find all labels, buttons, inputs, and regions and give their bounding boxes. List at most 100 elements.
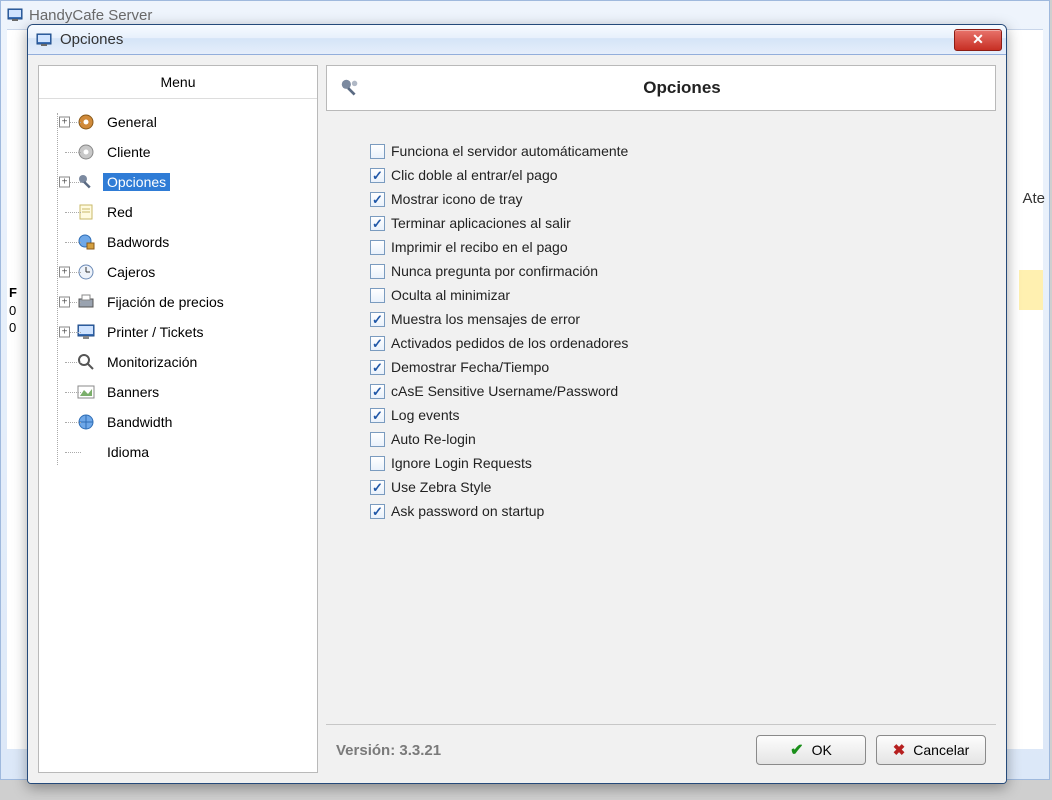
lens-icon xyxy=(75,351,97,373)
gear-icon xyxy=(75,141,97,163)
option-row: Mostrar icono de tray xyxy=(370,187,996,211)
tree-expander[interactable]: + xyxy=(59,327,70,338)
bg-row0: F xyxy=(9,285,17,300)
tree-item-cliente[interactable]: Cliente xyxy=(47,137,313,167)
option-label: Activados pedidos de los ordenadores xyxy=(391,335,628,351)
checkbox[interactable] xyxy=(370,288,385,303)
check-icon: ✔ xyxy=(790,740,803,760)
monitor-icon xyxy=(75,321,97,343)
option-row: Log events xyxy=(370,403,996,427)
version-label: Versión: 3.3.21 xyxy=(336,742,746,759)
option-row: Imprimir el recibo en el pago xyxy=(370,235,996,259)
checkbox[interactable] xyxy=(370,408,385,423)
bg-right-label: Ate xyxy=(1022,190,1045,207)
bg-row1: 0 xyxy=(9,303,16,318)
tree-item-printer-tickets[interactable]: + Printer / Tickets xyxy=(47,317,313,347)
checkbox[interactable] xyxy=(370,336,385,351)
option-row: Ask password on startup xyxy=(370,499,996,523)
option-label: Muestra los mensajes de error xyxy=(391,311,580,327)
option-row: Auto Re-login xyxy=(370,427,996,451)
tree-label: Bandwidth xyxy=(103,413,176,431)
tree-item-cajeros[interactable]: +Cajeros xyxy=(47,257,313,287)
checkbox[interactable] xyxy=(370,264,385,279)
option-row: Demostrar Fecha/Tiempo xyxy=(370,355,996,379)
option-row: Nunca pregunta por confirmación xyxy=(370,259,996,283)
option-label: Demostrar Fecha/Tiempo xyxy=(391,359,549,375)
option-label: Log events xyxy=(391,407,460,423)
tree-label: Idioma xyxy=(103,443,153,461)
option-label: Clic doble al entrar/el pago xyxy=(391,167,558,183)
options-dialog: Opciones ✕ Menu +GeneralCliente+Opciones… xyxy=(27,24,1007,784)
tree-expander[interactable]: + xyxy=(59,117,70,128)
checkbox[interactable] xyxy=(370,504,385,519)
checkbox[interactable] xyxy=(370,384,385,399)
close-icon: ✕ xyxy=(972,31,984,48)
dialog-title: Opciones xyxy=(60,31,123,48)
option-label: Nunca pregunta por confirmación xyxy=(391,263,598,279)
tree-label: Red xyxy=(103,203,137,221)
tree-label: Fijación de precios xyxy=(103,293,228,311)
content-title: Opciones xyxy=(381,78,983,98)
printer-icon xyxy=(75,291,97,313)
checkbox[interactable] xyxy=(370,168,385,183)
ok-label: OK xyxy=(812,742,832,758)
tree-item-banners[interactable]: Banners xyxy=(47,377,313,407)
globe-icon xyxy=(75,411,97,433)
bg-highlight xyxy=(1019,270,1043,310)
dialog-titlebar[interactable]: Opciones ✕ xyxy=(28,25,1006,55)
tree-item-fijaci-n-de-precios[interactable]: + Fijación de precios xyxy=(47,287,313,317)
cancel-label: Cancelar xyxy=(913,742,969,758)
content-header: Opciones xyxy=(326,65,996,111)
tree-item-red[interactable]: Red xyxy=(47,197,313,227)
tree-expander[interactable]: + xyxy=(59,267,70,278)
tree-label: Badwords xyxy=(103,233,173,251)
checkbox[interactable] xyxy=(370,432,385,447)
option-row: Activados pedidos de los ordenadores xyxy=(370,331,996,355)
checkbox[interactable] xyxy=(370,360,385,375)
bg-row2: 0 xyxy=(9,320,16,335)
option-label: Mostrar icono de tray xyxy=(391,191,523,207)
tree-label: Monitorización xyxy=(103,353,201,371)
menu-tree: + General Cliente+Opciones Red Badwords +Caje… xyxy=(39,99,317,475)
close-button[interactable]: ✕ xyxy=(954,29,1002,51)
option-label: Imprimir el recibo en el pago xyxy=(391,239,568,255)
checkbox[interactable] xyxy=(370,192,385,207)
tree-item-monitorizaci-n[interactable]: Monitorización xyxy=(47,347,313,377)
options-list: Funciona el servidor automáticamenteClic… xyxy=(326,111,996,724)
option-row: Ignore Login Requests xyxy=(370,451,996,475)
menu-panel: Menu + General Cliente+Opciones Red Badwords… xyxy=(38,65,318,773)
option-row: cAsE Sensitive Username/Password xyxy=(370,379,996,403)
tree-item-general[interactable]: + General xyxy=(47,107,313,137)
option-label: cAsE Sensitive Username/Password xyxy=(391,383,618,399)
checkbox[interactable] xyxy=(370,144,385,159)
checkbox[interactable] xyxy=(370,456,385,471)
checkbox[interactable] xyxy=(370,240,385,255)
checkbox[interactable] xyxy=(370,216,385,231)
content-panel: Opciones Funciona el servidor automática… xyxy=(326,65,996,773)
menu-header: Menu xyxy=(39,66,317,99)
checkbox[interactable] xyxy=(370,312,385,327)
tree-label: General xyxy=(103,113,161,131)
gear-color-icon xyxy=(75,111,97,133)
option-row: Terminar aplicaciones al salir xyxy=(370,211,996,235)
option-row: Oculta al minimizar xyxy=(370,283,996,307)
tree-expander[interactable]: + xyxy=(59,297,70,308)
option-row: Muestra los mensajes de error xyxy=(370,307,996,331)
cancel-button[interactable]: ✖ Cancelar xyxy=(876,735,986,765)
option-label: Ignore Login Requests xyxy=(391,455,532,471)
tree-label: Banners xyxy=(103,383,163,401)
dialog-footer: Versión: 3.3.21 ✔ OK ✖ Cancelar xyxy=(326,724,996,773)
globe-lock-icon xyxy=(75,231,97,253)
tree-label: Printer / Tickets xyxy=(103,323,207,341)
tree-item-badwords[interactable]: Badwords xyxy=(47,227,313,257)
blank-icon xyxy=(75,441,97,463)
note-icon xyxy=(75,201,97,223)
tree-item-bandwidth[interactable]: Bandwidth xyxy=(47,407,313,437)
tree-expander[interactable]: + xyxy=(59,177,70,188)
ok-button[interactable]: ✔ OK xyxy=(756,735,866,765)
tree-item-idioma[interactable]: Idioma xyxy=(47,437,313,467)
option-label: Auto Re-login xyxy=(391,431,476,447)
tree-item-opciones[interactable]: +Opciones xyxy=(47,167,313,197)
app-icon xyxy=(7,7,23,23)
checkbox[interactable] xyxy=(370,480,385,495)
